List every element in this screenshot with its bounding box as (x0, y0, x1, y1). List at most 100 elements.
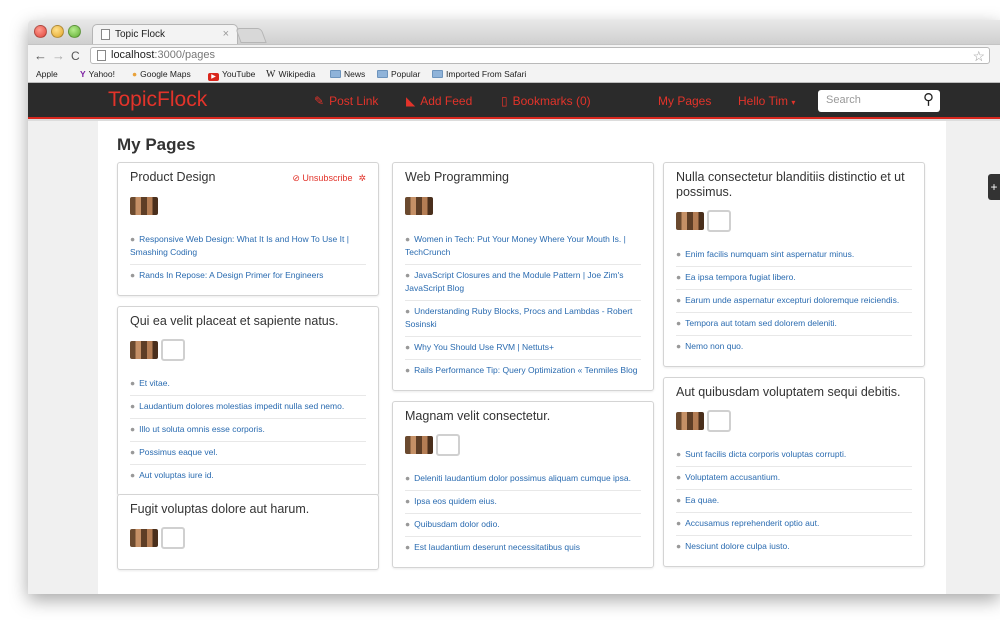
avatar[interactable] (405, 436, 433, 454)
list-item[interactable]: ● Nesciunt dolore culpa iusto. (676, 535, 912, 558)
card-title[interactable]: Magnam velit consectetur. (405, 409, 641, 424)
gear-icon[interactable]: ✲ (358, 173, 366, 183)
page-title: My Pages (117, 135, 196, 154)
search-placeholder: Search (826, 94, 861, 106)
bookmark-yahoo[interactable]: Y Yahoo! (80, 69, 115, 79)
list-item[interactable]: ● Sunt facilis dicta corporis voluptas co… (676, 444, 912, 466)
card-title[interactable]: Fugit voluptas dolore aut harum. (130, 502, 366, 517)
list-item[interactable]: ● Ipsa eos quidem eius. (405, 490, 641, 513)
list-item[interactable]: ● Nemo non quo. (676, 335, 912, 358)
post-link-button[interactable]: ✎ Post Link (314, 94, 378, 108)
google-maps-icon: ● (132, 69, 138, 79)
column-1: Product Design ⊘ Unsubscribe ✲ ● Responsiv… (117, 162, 379, 580)
url-path: :3000/pages (154, 49, 215, 61)
list-item[interactable]: ● Et vitae. (130, 373, 366, 395)
tab-bar: Topic Flock × (28, 20, 1000, 44)
tab-close-icon[interactable]: × (223, 28, 229, 40)
avatar[interactable] (130, 529, 158, 547)
card-title[interactable]: Nulla consectetur blanditiis distinctio … (676, 170, 912, 200)
avatar[interactable] (130, 341, 158, 359)
topic-card-aut: Aut quibusdam voluptatem sequi debitis. … (663, 377, 925, 567)
list-item[interactable]: ● Earum unde aspernatur excepturi dolorem… (676, 289, 912, 312)
list-item[interactable]: ● Tempora aut totam sed dolorem deleniti. (676, 312, 912, 335)
list-item[interactable]: ● Ea ipsa tempora fugiat libero. (676, 266, 912, 289)
minimize-window-button[interactable] (51, 25, 64, 38)
add-feed-button[interactable]: ◣ Add Feed (406, 94, 472, 108)
card-title[interactable]: Aut quibusdam voluptatem sequi debitis. (676, 385, 912, 400)
folder-icon (330, 70, 341, 78)
list-item[interactable]: ● Quibusdam dolor odio. (405, 513, 641, 536)
list-item[interactable]: ● Illo ut soluta omnis esse corporis. (130, 418, 366, 441)
url-host: localhost (111, 49, 155, 61)
link-list: ● Sunt facilis dicta corporis voluptas co… (676, 444, 912, 558)
bookmark-star-icon[interactable]: ☆ (972, 48, 985, 65)
back-arrow-icon[interactable]: ← (34, 48, 47, 63)
avatar-placeholder[interactable] (707, 410, 731, 432)
bookmark-label: Google Maps (140, 69, 191, 79)
list-item[interactable]: ● Enim facilis numquam sint aspernatur mi… (676, 244, 912, 266)
list-item[interactable]: ● Laudantium dolores molestias impedit nu… (130, 395, 366, 418)
forward-arrow-icon[interactable]: → (52, 48, 65, 63)
brand-logo[interactable]: TopicFlock (108, 88, 207, 112)
youtube-icon: ▶ (208, 73, 219, 81)
avatar-placeholder[interactable] (161, 527, 185, 549)
new-tab-button[interactable] (235, 28, 267, 43)
my-pages-link[interactable]: My Pages (658, 94, 711, 108)
subscriber-avatars (676, 210, 912, 232)
list-item[interactable]: ● Est laudantium deserunt necessitatibus … (405, 536, 641, 559)
subscriber-avatars (405, 197, 641, 217)
bookmark-wikipedia[interactable]: W Wikipedia (266, 69, 315, 80)
avatar[interactable] (130, 197, 158, 215)
link-icon: ✎ (314, 94, 325, 108)
list-item[interactable]: ● Rails Performance Tip: Query Optimizati… (405, 359, 641, 382)
user-menu[interactable]: Hello Tim ▾ (738, 94, 795, 108)
unsubscribe-button[interactable]: ⊘ Unsubscribe ✲ (292, 173, 366, 184)
list-item[interactable]: ● Women in Tech: Put Your Money Where You… (405, 229, 641, 264)
chevron-down-icon: ▾ (791, 98, 796, 107)
list-item[interactable]: ● Voluptatem accusantium. (676, 466, 912, 489)
reload-icon[interactable]: C (71, 49, 80, 63)
zoom-window-button[interactable] (68, 25, 81, 38)
avatar[interactable] (676, 212, 704, 230)
list-item[interactable]: ● Deleniti laudantium dolor possimus aliq… (405, 468, 641, 490)
topic-card-web-programming: Web Programming ● Women in Tech: Put Your… (392, 162, 654, 391)
bookmark-folder-news[interactable]: News (330, 69, 365, 79)
list-item[interactable]: ● Responsive Web Design: What It Is and H… (130, 229, 366, 264)
list-item[interactable]: ● Aut voluptas iure id. (130, 464, 366, 487)
card-title[interactable]: Web Programming (405, 170, 641, 185)
list-item[interactable]: ● Possimus eaque vel. (130, 441, 366, 464)
column-2: Web Programming ● Women in Tech: Put Your… (392, 162, 654, 578)
bookmark-folder-popular[interactable]: Popular (377, 69, 420, 79)
list-item[interactable]: ● Understanding Ruby Blocks, Procs and La… (405, 300, 641, 336)
subscriber-avatars (130, 339, 366, 361)
browser-toolbar: ← → C localhost:3000/pages ☆ (28, 44, 1000, 66)
avatar[interactable] (676, 412, 704, 430)
list-item[interactable]: ● Rands In Repose: A Design Primer for En… (130, 264, 366, 287)
bookmark-apple[interactable]: Apple (33, 69, 58, 79)
topic-card-nulla: Nulla consectetur blanditiis distinctio … (663, 162, 925, 367)
close-window-button[interactable] (34, 25, 47, 38)
search-input[interactable]: Search ⚲ (818, 90, 940, 112)
card-title[interactable]: Qui ea velit placeat et sapiente natus. (130, 314, 366, 329)
column-3: Nulla consectetur blanditiis distinctio … (663, 162, 925, 577)
link-list: ● Deleniti laudantium dolor possimus aliq… (405, 468, 641, 559)
list-item[interactable]: ● JavaScript Closures and the Module Patt… (405, 264, 641, 300)
avatar-placeholder[interactable] (436, 434, 460, 456)
bookmark-folder-imported[interactable]: Imported From Safari (432, 69, 526, 79)
list-item[interactable]: ● Why You Should Use RVM | Nettuts+ (405, 336, 641, 359)
avatar[interactable] (405, 197, 433, 215)
avatar-placeholder[interactable] (161, 339, 185, 361)
bookmark-youtube[interactable]: ▶ YouTube (208, 69, 255, 81)
side-expand-tab[interactable]: + (988, 174, 1000, 200)
search-icon[interactable]: ⚲ (923, 90, 934, 108)
list-item[interactable]: ● Ea quae. (676, 489, 912, 512)
topic-card-fugit: Fugit voluptas dolore aut harum. (117, 494, 379, 570)
bookmark-google-maps[interactable]: ● Google Maps (132, 69, 191, 79)
topic-card-qui-ea: Qui ea velit placeat et sapiente natus. … (117, 306, 379, 496)
address-bar[interactable]: localhost:3000/pages ☆ (90, 47, 990, 64)
page-icon (97, 50, 106, 61)
browser-tab[interactable]: Topic Flock × (92, 24, 238, 44)
bookmarks-button[interactable]: ▯ Bookmarks (0) (501, 94, 591, 108)
avatar-placeholder[interactable] (707, 210, 731, 232)
list-item[interactable]: ● Accusamus reprehenderit optio aut. (676, 512, 912, 535)
